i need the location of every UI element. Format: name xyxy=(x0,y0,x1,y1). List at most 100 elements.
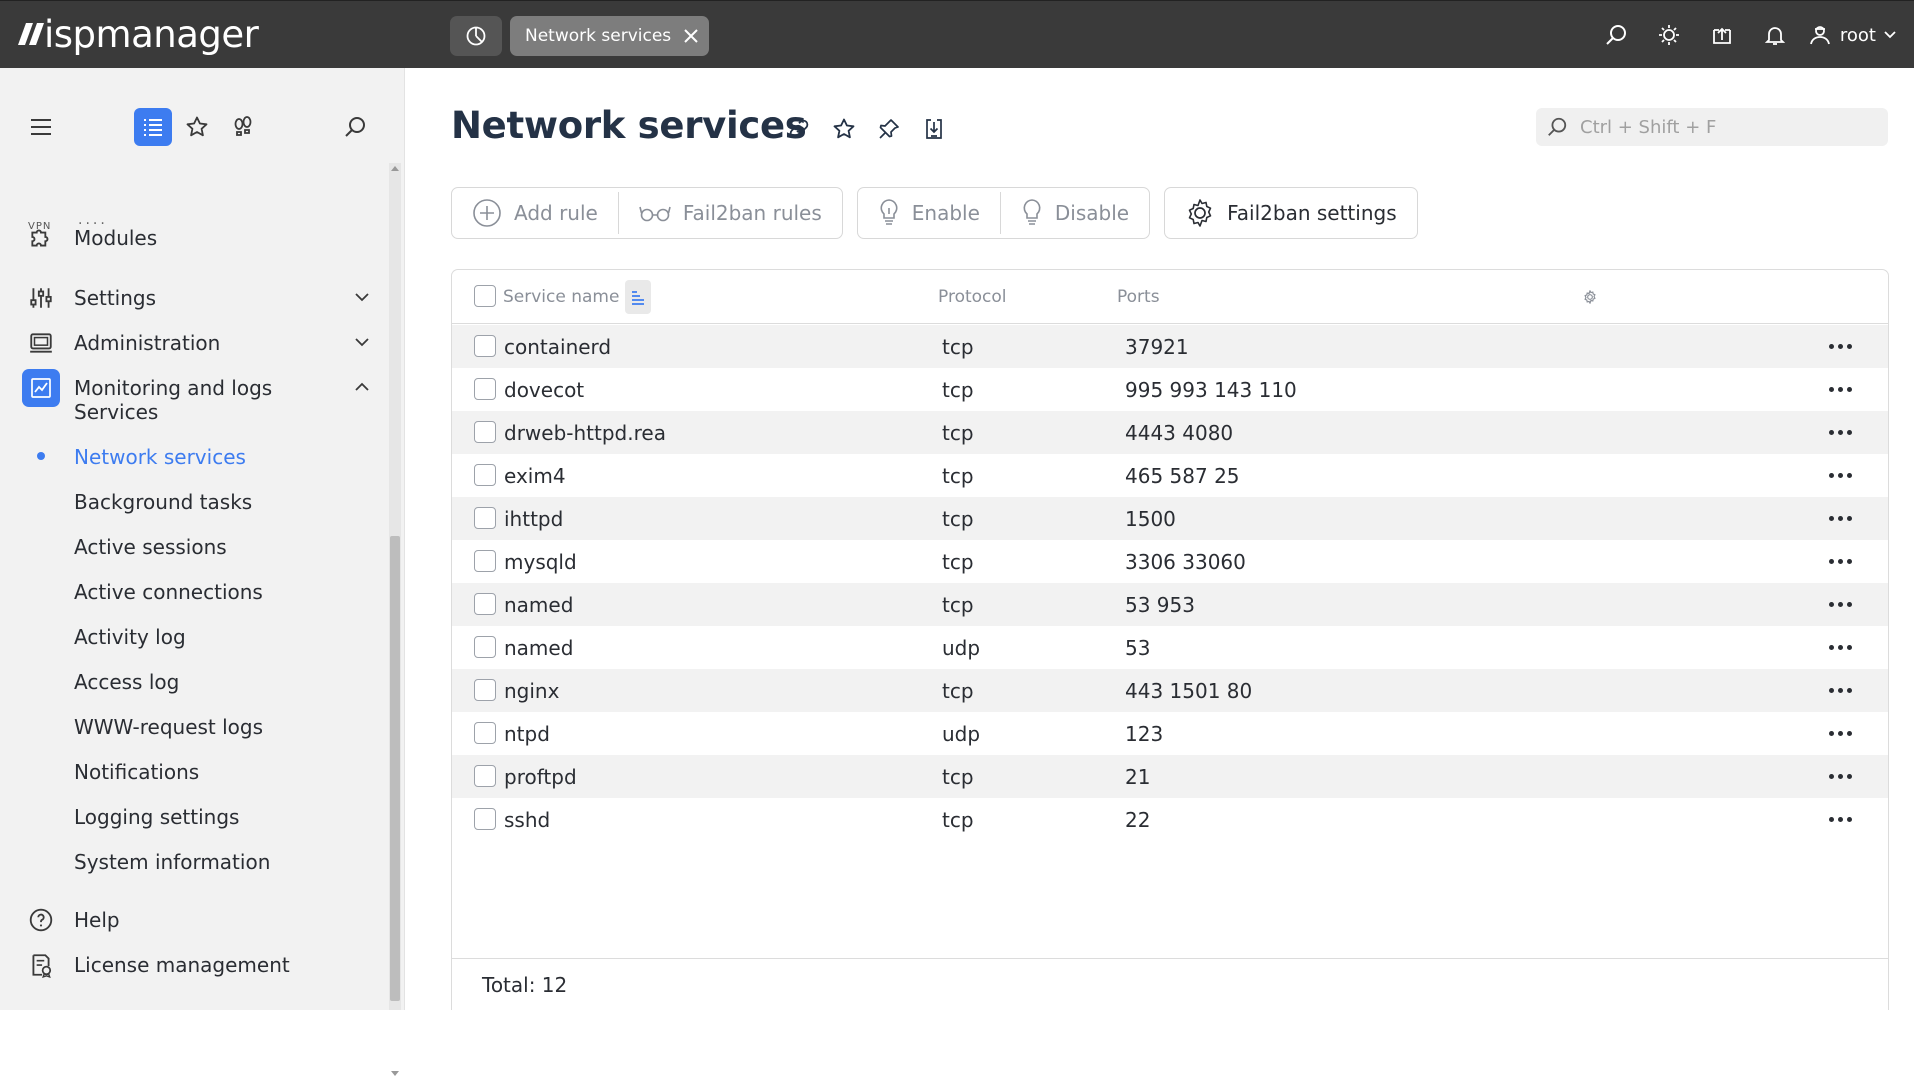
sidebar-item-monitoring-and-logs[interactable]: Monitoring and logs xyxy=(0,366,385,410)
notifications-button[interactable] xyxy=(1749,15,1802,55)
table-row[interactable]: exim4 tcp 465 587 25 xyxy=(452,454,1888,497)
sidebar-subitem-active-connections[interactable]: Active connections xyxy=(74,577,263,607)
table-row[interactable]: sshd tcp 22 xyxy=(452,798,1888,841)
cell-ports: 53 953 xyxy=(1125,593,1195,617)
table-row[interactable]: named tcp 53 953 xyxy=(452,583,1888,626)
fail2ban-rules-button[interactable]: Fail2ban rules xyxy=(619,188,842,238)
scroll-up-arrow-icon[interactable] xyxy=(391,166,399,171)
row-actions-icon[interactable] xyxy=(1829,387,1852,392)
sidebar-subitem-network-services[interactable]: Network services xyxy=(74,442,246,472)
table-row[interactable]: named udp 53 xyxy=(452,626,1888,669)
row-checkbox[interactable] xyxy=(474,378,496,400)
row-actions-icon[interactable] xyxy=(1829,602,1852,607)
sidebar-subitem-www-request-logs[interactable]: WWW-request logs xyxy=(74,712,263,742)
table-row[interactable]: drweb-httpd.rea tcp 4443 4080 xyxy=(452,411,1888,454)
file-download-icon xyxy=(926,119,942,139)
recent-pages-button[interactable] xyxy=(450,16,502,56)
add-rule-button[interactable]: Add rule xyxy=(452,188,618,238)
sidebar-subitem-background-tasks[interactable]: Background tasks xyxy=(74,487,252,517)
row-checkbox[interactable] xyxy=(474,808,496,830)
row-checkbox[interactable] xyxy=(474,464,496,486)
theme-toggle-button[interactable] xyxy=(1643,15,1696,55)
add-to-favorites-button[interactable] xyxy=(829,114,859,144)
upload-button[interactable] xyxy=(1696,15,1749,55)
bulb-off-icon xyxy=(1023,199,1041,225)
copy-link-button[interactable] xyxy=(784,114,814,144)
table-search-input[interactable] xyxy=(1580,116,1870,138)
fail2ban-settings-button[interactable]: Fail2ban settings xyxy=(1165,188,1417,238)
sidebar-item-license-management[interactable]: License management xyxy=(0,943,385,987)
top-actions: root xyxy=(1590,15,1896,55)
sidebar-subitem-services[interactable]: Services xyxy=(74,397,158,427)
bulb-on-icon xyxy=(880,199,898,225)
column-header-ports[interactable]: Ports xyxy=(1117,287,1160,307)
row-checkbox[interactable] xyxy=(474,636,496,658)
table-row[interactable]: dovecot tcp 995 993 143 110 xyxy=(452,368,1888,411)
disable-button[interactable]: Disable xyxy=(1001,188,1149,238)
column-header-protocol[interactable]: Protocol xyxy=(938,287,1007,307)
sidebar-subitem-access-log[interactable]: Access log xyxy=(74,667,179,697)
row-actions-icon[interactable] xyxy=(1829,645,1852,650)
menu-view-button[interactable] xyxy=(134,108,172,146)
select-all-checkbox[interactable] xyxy=(474,285,496,307)
chevron-down-icon xyxy=(355,293,369,302)
table-search[interactable] xyxy=(1536,108,1888,146)
sidebar-subitem-activity-log[interactable]: Activity log xyxy=(74,622,186,652)
row-actions-icon[interactable] xyxy=(1829,731,1852,736)
open-tab-network-services[interactable]: Network services xyxy=(510,16,710,56)
sidebar-item-settings[interactable]: Settings xyxy=(0,276,385,320)
sort-ascending-icon[interactable] xyxy=(625,280,651,314)
sidebar-subitem-logging-settings[interactable]: Logging settings xyxy=(74,802,239,832)
row-actions-icon[interactable] xyxy=(1829,817,1852,822)
close-icon[interactable] xyxy=(683,28,699,44)
row-actions-icon[interactable] xyxy=(1829,430,1852,435)
row-actions-icon[interactable] xyxy=(1829,774,1852,779)
row-checkbox[interactable] xyxy=(474,679,496,701)
table-row[interactable]: ihttpd tcp 1500 xyxy=(452,497,1888,540)
collapse-menu-button[interactable] xyxy=(22,108,60,146)
row-checkbox[interactable] xyxy=(474,722,496,744)
export-button[interactable] xyxy=(919,114,949,144)
sidebar-item-modules[interactable]: Modules xyxy=(0,216,385,260)
row-checkbox[interactable] xyxy=(474,335,496,357)
row-checkbox[interactable] xyxy=(474,507,496,529)
global-search-button[interactable] xyxy=(1590,15,1643,55)
sidebar-subitem-active-sessions[interactable]: Active sessions xyxy=(74,532,227,562)
table-row[interactable]: ntpd udp 123 xyxy=(452,712,1888,755)
column-header-service-name[interactable]: Service name xyxy=(503,287,619,307)
cell-service-name: drweb-httpd.rea xyxy=(504,421,666,445)
row-checkbox[interactable] xyxy=(474,550,496,572)
cell-protocol: udp xyxy=(942,636,981,660)
menu-search-button[interactable] xyxy=(336,108,374,146)
cell-protocol: tcp xyxy=(942,679,974,703)
user-menu[interactable]: root xyxy=(1808,23,1896,47)
table-row[interactable]: proftpd tcp 21 xyxy=(452,755,1888,798)
sidebar-subitem-system-information[interactable]: System information xyxy=(74,847,270,877)
table-header: Service name Protocol Ports xyxy=(452,270,1888,324)
row-checkbox[interactable] xyxy=(474,421,496,443)
row-actions-icon[interactable] xyxy=(1829,516,1852,521)
enable-button[interactable]: Enable xyxy=(858,188,1000,238)
chart-icon xyxy=(22,369,60,407)
add-rule-label: Add rule xyxy=(514,201,598,225)
row-actions-icon[interactable] xyxy=(1829,473,1852,478)
scroll-down-arrow-icon[interactable] xyxy=(391,1071,399,1076)
row-actions-icon[interactable] xyxy=(1829,559,1852,564)
table-row[interactable]: mysqld tcp 3306 33060 xyxy=(452,540,1888,583)
ispmanager-logo[interactable]: ispmanager xyxy=(17,11,259,57)
table-row[interactable]: containerd tcp 37921 xyxy=(452,325,1888,368)
pin-button[interactable] xyxy=(874,114,904,144)
row-actions-icon[interactable] xyxy=(1829,688,1852,693)
row-actions-icon[interactable] xyxy=(1829,344,1852,349)
sidebar-item-administration[interactable]: Administration xyxy=(0,321,385,365)
row-checkbox[interactable] xyxy=(474,593,496,615)
sidebar-item-help[interactable]: Help xyxy=(0,898,385,942)
sidebar-subitem-notifications[interactable]: Notifications xyxy=(74,757,199,787)
row-checkbox[interactable] xyxy=(474,765,496,787)
table-settings-gear-icon[interactable] xyxy=(1583,290,1597,304)
open-tab-label: Network services xyxy=(525,26,672,46)
favorites-button[interactable] xyxy=(178,108,216,146)
recent-visits-button[interactable] xyxy=(224,108,262,146)
sidebar-scrollbar-thumb[interactable] xyxy=(390,536,400,1001)
table-row[interactable]: nginx tcp 443 1501 80 xyxy=(452,669,1888,712)
